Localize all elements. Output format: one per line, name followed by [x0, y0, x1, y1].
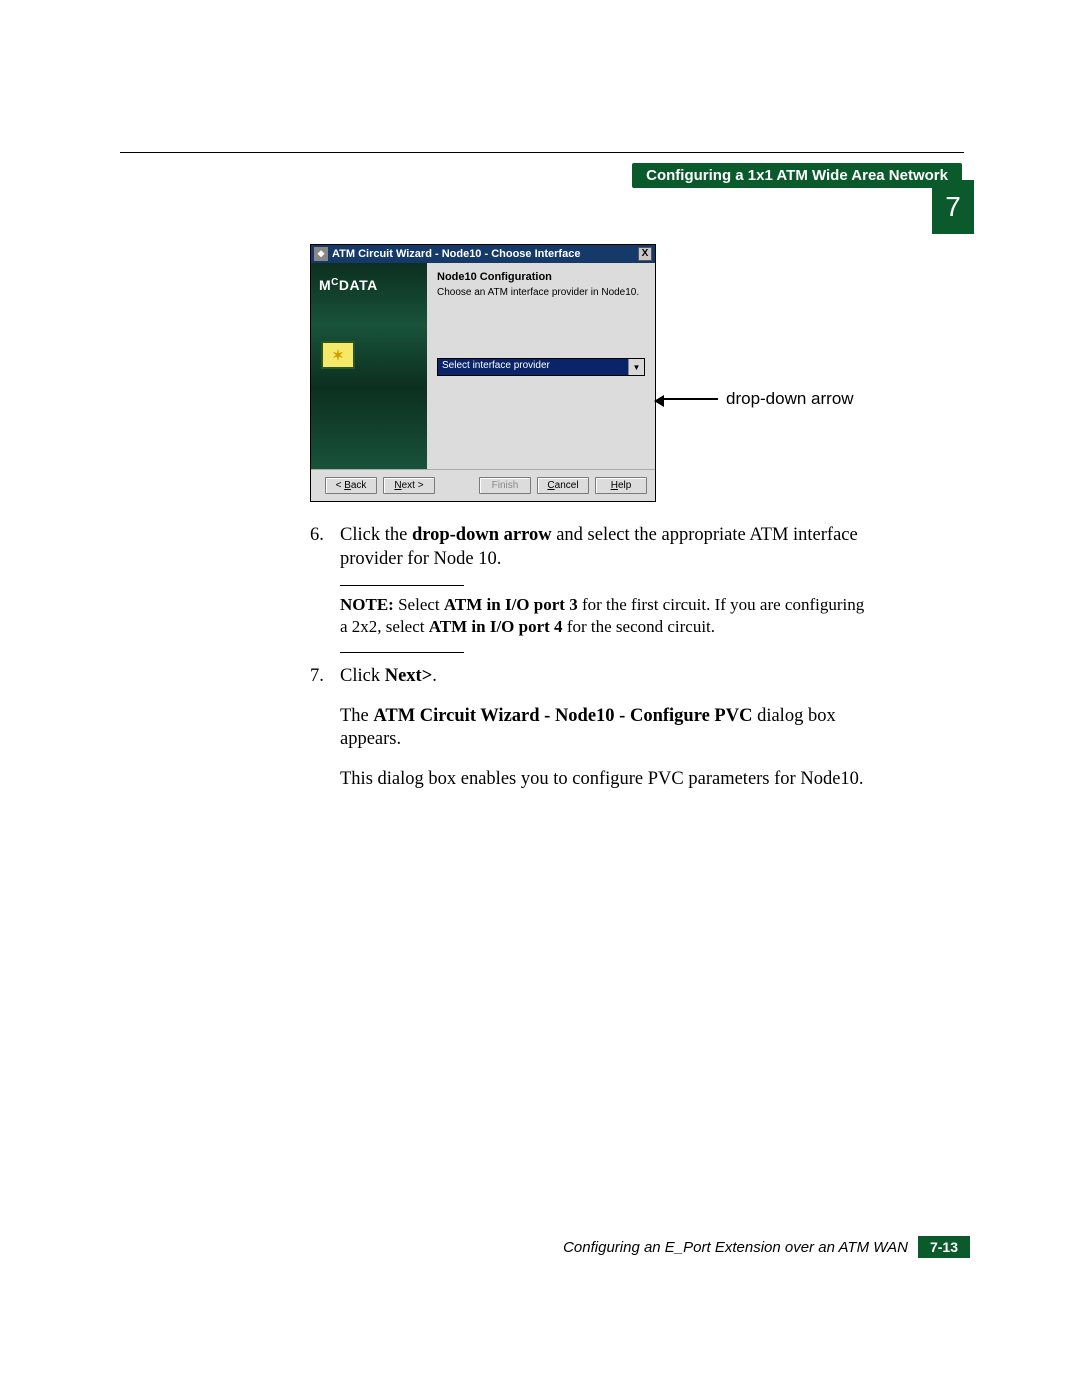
step-number: 7. — [310, 665, 340, 689]
chevron-down-icon[interactable]: ▼ — [628, 359, 644, 375]
top-rule — [120, 152, 964, 153]
dropdown-arrow-callout: drop-down arrow — [662, 389, 854, 409]
callout-arrow-icon — [662, 398, 718, 400]
section-header-pill: Configuring a 1x1 ATM Wide Area Network — [632, 163, 962, 188]
note-block: NOTE: Select ATM in I/O port 3 for the f… — [340, 594, 870, 638]
step-text: Click Next>. — [340, 665, 870, 689]
step-6: 6. Click the drop-down arrow and select … — [310, 524, 870, 571]
dialog-titlebar: ❖ ATM Circuit Wizard - Node10 - Choose I… — [311, 245, 655, 263]
dialog-figure: ❖ ATM Circuit Wizard - Node10 - Choose I… — [310, 244, 870, 512]
result-paragraph-1: The ATM Circuit Wizard - Node10 - Config… — [340, 705, 870, 752]
dialog-title: ATM Circuit Wizard - Node10 - Choose Int… — [332, 248, 580, 260]
next-button[interactable]: Next > — [383, 477, 435, 494]
help-button[interactable]: Help — [595, 477, 647, 494]
dropdown-selected: Select interface provider — [438, 359, 628, 375]
callout-label: drop-down arrow — [726, 389, 854, 409]
brand-logo: MCDATA — [311, 263, 427, 293]
step-text: Click the drop-down arrow and select the… — [340, 524, 870, 571]
result-paragraph-2: This dialog box enables you to configure… — [340, 768, 870, 792]
footer-title: Configuring an E_Port Extension over an … — [563, 1239, 908, 1256]
step-7: 7. Click Next>. — [310, 665, 870, 689]
app-icon: ❖ — [314, 247, 328, 261]
instruction-text: 6. Click the drop-down arrow and select … — [310, 524, 870, 792]
main-column: ❖ ATM Circuit Wizard - Node10 - Choose I… — [310, 244, 870, 792]
brand-c: C — [331, 277, 339, 288]
chapter-tab: 7 — [932, 180, 974, 234]
back-button[interactable]: < Back — [325, 477, 377, 494]
dialog-button-row: < Back Next > Finish Cancel Help — [311, 469, 655, 501]
step-number: 6. — [310, 524, 340, 571]
note-rule-bottom — [340, 652, 464, 653]
header-row: Configuring a 1x1 ATM Wide Area Network — [120, 163, 970, 188]
wizard-main-pane: Node10 Configuration Choose an ATM inter… — [427, 263, 655, 471]
page-footer: Configuring an E_Port Extension over an … — [120, 1236, 970, 1258]
dialog-body: MCDATA ✶ Node10 Configuration Choose an … — [311, 263, 655, 471]
brand-data: DATA — [339, 277, 378, 293]
close-icon[interactable]: X — [638, 247, 652, 261]
wizard-sidebar: MCDATA ✶ — [311, 263, 427, 471]
finish-button: Finish — [479, 477, 531, 494]
footer-page-number: 7-13 — [918, 1236, 970, 1258]
interface-provider-dropdown[interactable]: Select interface provider ▼ — [437, 358, 645, 376]
brand-m: M — [319, 277, 331, 293]
wizard-badge-icon: ✶ — [321, 341, 355, 369]
config-subtext: Choose an ATM interface provider in Node… — [437, 287, 645, 298]
cancel-button[interactable]: Cancel — [537, 477, 589, 494]
note-rule-top — [340, 585, 464, 586]
page-content: Configuring a 1x1 ATM Wide Area Network … — [120, 152, 970, 792]
wizard-dialog: ❖ ATM Circuit Wizard - Node10 - Choose I… — [310, 244, 656, 502]
config-heading: Node10 Configuration — [437, 271, 645, 283]
